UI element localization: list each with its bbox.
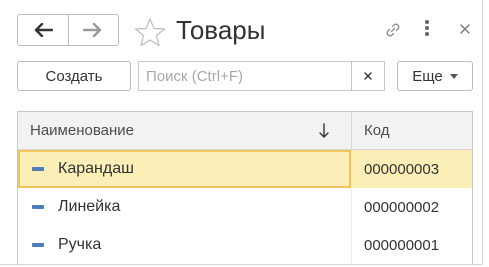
catalog-window: Товары Создать Еще Наименование <box>0 0 483 265</box>
catalog-item-icon <box>32 205 44 209</box>
code-cell: 000000002 <box>351 188 472 226</box>
star-icon[interactable] <box>133 17 167 47</box>
column-header-name-label: Наименование <box>30 122 134 139</box>
arrow-left-icon <box>34 23 53 37</box>
column-header-code-label: Код <box>364 122 390 139</box>
name-cell: Карандаш <box>18 150 351 188</box>
items-table: Наименование Код Карандаш 000000003 Лине… <box>17 111 473 265</box>
more-vertical-icon[interactable] <box>420 16 434 40</box>
close-icon <box>364 72 372 80</box>
table-row[interactable]: Карандаш 000000003 <box>18 150 472 188</box>
sort-arrow-down-icon[interactable] <box>318 123 330 139</box>
name-cell: Ручка <box>18 226 351 264</box>
name-cell: Линейка <box>18 188 351 226</box>
name-cell-text: Карандаш <box>58 160 134 177</box>
search-box <box>138 61 385 91</box>
back-button[interactable] <box>18 15 68 45</box>
table-header: Наименование Код <box>18 112 472 150</box>
navigation-buttons <box>17 14 119 46</box>
arrow-right-icon <box>83 23 102 37</box>
clear-search-button[interactable] <box>351 62 384 90</box>
column-header-code[interactable]: Код <box>351 112 472 149</box>
catalog-item-icon <box>32 243 44 247</box>
search-input[interactable] <box>139 62 351 90</box>
chevron-down-icon <box>449 73 458 79</box>
page-title: Товары <box>176 15 266 45</box>
table-row[interactable]: Ручка 000000001 <box>18 226 472 264</box>
close-icon[interactable] <box>458 22 472 36</box>
column-header-name[interactable]: Наименование <box>18 112 351 149</box>
name-cell-text: Ручка <box>58 236 102 253</box>
code-cell: 000000001 <box>351 226 472 264</box>
forward-button[interactable] <box>67 15 119 45</box>
link-icon[interactable] <box>383 20 403 40</box>
code-cell: 000000003 <box>351 150 472 188</box>
catalog-item-icon <box>32 167 44 171</box>
more-actions-label: Еще <box>412 67 443 85</box>
more-actions-button[interactable]: Еще <box>397 61 473 91</box>
table-row[interactable]: Линейка 000000002 <box>18 188 472 226</box>
name-cell-text: Линейка <box>58 198 121 215</box>
create-button[interactable]: Создать <box>17 61 131 91</box>
